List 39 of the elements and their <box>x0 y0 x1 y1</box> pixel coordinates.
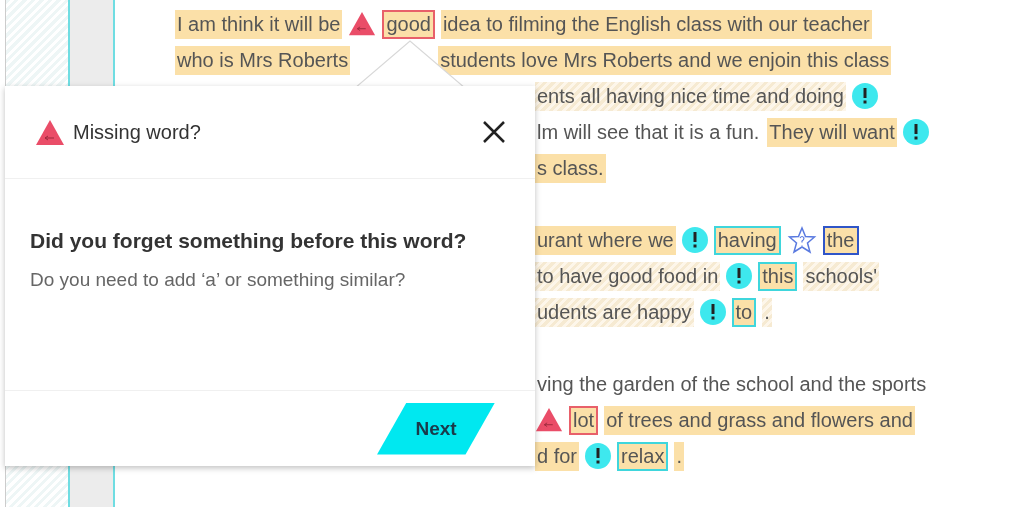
flagged-word[interactable]: the <box>822 225 859 255</box>
popup-hint: Do you need to add ‘a’ or something similar? <box>30 269 407 291</box>
alert-icon[interactable] <box>585 443 612 469</box>
star-icon <box>786 226 817 254</box>
next-button[interactable]: Next <box>377 402 495 455</box>
alert-icon[interactable] <box>726 263 753 289</box>
essay-text: udents are happy <box>535 297 694 327</box>
essay-text: urant where we <box>535 225 676 255</box>
essay-text: They will want <box>767 117 897 147</box>
essay-text: d for <box>535 441 580 471</box>
close-button[interactable] <box>481 119 507 145</box>
essay-text: . <box>674 441 684 471</box>
essay-text: ents all having nice time and doing <box>535 81 846 111</box>
flagged-word[interactable]: this <box>758 261 798 291</box>
essay-text: lm will see that it is a fun. <box>536 119 761 145</box>
flagged-word[interactable]: having <box>713 225 781 255</box>
warning-triangle-icon <box>348 11 377 37</box>
essay-text: schools' <box>803 261 880 291</box>
essay-text: . <box>762 297 772 327</box>
essay-text: of trees and grass and flowers and <box>604 405 915 435</box>
warning-triangle-icon <box>535 407 563 433</box>
popup-question: Did you forget something before this word? <box>30 228 468 254</box>
flagged-word[interactable]: good <box>382 9 435 39</box>
popup-title: Missing word? <box>73 120 202 144</box>
warning-triangle-icon <box>35 118 65 146</box>
alert-icon[interactable] <box>851 83 878 109</box>
flagged-word[interactable]: to <box>731 297 757 327</box>
essay-text: students love Mrs Roberts and we enjoin this class <box>438 45 892 75</box>
alert-icon[interactable] <box>902 119 929 145</box>
essay-text: ving the garden of the school and the sports <box>536 371 928 397</box>
alert-icon[interactable] <box>699 299 726 325</box>
essay-text: s class. <box>535 153 606 183</box>
essay-text: who is Mrs Roberts <box>175 45 351 75</box>
essay-text: to have good food in <box>535 261 721 291</box>
alert-icon[interactable] <box>681 227 708 253</box>
flagged-word[interactable]: lot <box>569 405 599 435</box>
essay-text: I am think it will be <box>175 9 343 39</box>
essay-text: idea to filming the English class with our teacher <box>440 9 872 39</box>
flagged-word[interactable]: relax <box>617 441 669 471</box>
